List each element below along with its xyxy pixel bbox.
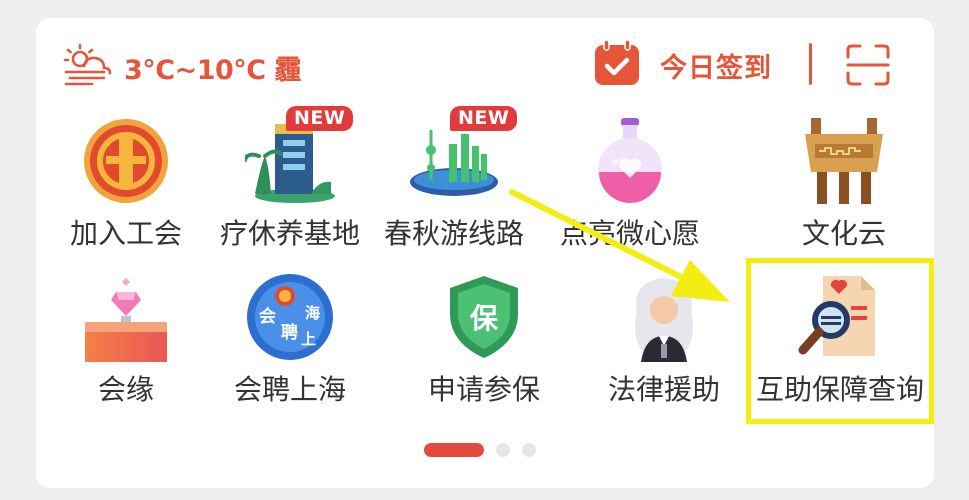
diamond-ring-box-icon xyxy=(81,272,171,362)
globe-text-shang: 上 xyxy=(301,330,316,348)
grid-item-label: 申请参保 xyxy=(427,373,540,406)
calendar-check-icon xyxy=(592,38,642,92)
grid-item-legal-aid[interactable]: 法律援助 xyxy=(576,272,752,412)
grid-item-label: 春秋游线路 xyxy=(383,217,524,250)
grid-item-light-wish[interactable]: 点亮微心愿 xyxy=(542,116,718,256)
scan-icon[interactable] xyxy=(846,44,890,86)
grid-item-join-union[interactable]: 加入工会 xyxy=(38,116,214,256)
weather-widget[interactable]: 3°C~10°C 霾 xyxy=(62,42,302,92)
page-dot[interactable] xyxy=(522,443,536,457)
page-dot-active[interactable] xyxy=(424,443,484,457)
page-dot[interactable] xyxy=(496,443,510,457)
judge-icon xyxy=(619,272,709,362)
grid-item-hui-pin-shanghai[interactable]: 会 聘 上 海 会聘上海 xyxy=(202,272,378,412)
heart-potion-icon xyxy=(585,116,675,206)
globe-text-hai: 海 xyxy=(305,304,320,322)
grid-item-culture-cloud[interactable]: 文化云 xyxy=(756,116,932,256)
grid-item-label: 点亮微心愿 xyxy=(559,217,700,250)
grid-item-label: 会缘 xyxy=(97,373,154,406)
globe-text-hui: 会 xyxy=(259,306,276,327)
new-badge: NEW xyxy=(286,106,354,131)
globe-text-pin: 聘 xyxy=(281,322,298,343)
pagination-dots xyxy=(424,443,536,457)
bronze-ding-icon xyxy=(799,116,889,206)
grid-item-label: 疗休养基地 xyxy=(219,217,360,250)
grid-item-label: 会聘上海 xyxy=(233,373,346,406)
grid-item-spring-autumn-tour[interactable]: NEW 春秋游线路 xyxy=(366,106,542,256)
sun-cloud-wind-icon xyxy=(62,42,114,92)
header-divider xyxy=(809,43,812,85)
recruitment-globe-icon: 会 聘 上 海 xyxy=(245,272,335,362)
union-emblem-icon xyxy=(81,116,171,206)
grid-item-hui-yuan[interactable]: 会缘 xyxy=(38,272,214,412)
weather-text: 3°C~10°C 霾 xyxy=(124,54,302,86)
shield-text: 保 xyxy=(470,302,499,335)
grid-item-resort-base[interactable]: NEW 疗休养基地 xyxy=(202,106,378,256)
grid-item-apply-insurance[interactable]: 保 申请参保 xyxy=(396,272,572,412)
grid-item-label: 法律援助 xyxy=(607,373,720,406)
checkin-label: 今日签到 xyxy=(660,52,772,84)
grid-item-label: 文化云 xyxy=(801,217,886,250)
daily-checkin-button[interactable]: 今日签到 xyxy=(592,38,772,92)
highlight-box xyxy=(746,258,934,424)
new-badge: NEW xyxy=(450,106,518,131)
insurance-shield-icon: 保 xyxy=(439,272,529,362)
grid-item-label: 加入工会 xyxy=(69,217,182,250)
